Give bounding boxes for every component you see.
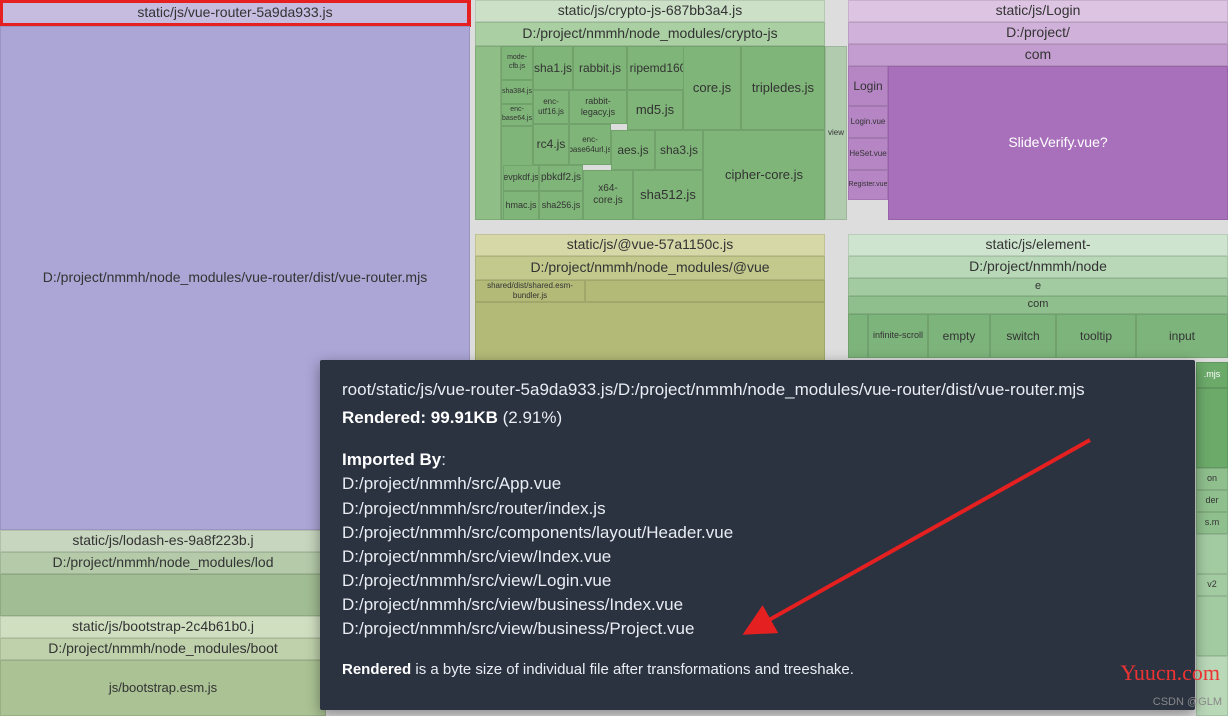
login-login[interactable]: Login	[848, 66, 888, 106]
crypto-sha3[interactable]: sha3.js	[655, 130, 703, 170]
crypto-x64[interactable]: x64-core.js	[583, 170, 633, 220]
element-com[interactable]: com	[848, 296, 1228, 314]
crypto-enc-b64[interactable]: enc-base64.js	[501, 104, 533, 126]
tooltip-imported-by: Imported By: D:/project/nmmh/src/App.vue…	[342, 448, 1173, 641]
vue-shared[interactable]: shared/dist/shared.esm-bundler.js	[475, 280, 585, 302]
frag-on[interactable]: on	[1196, 468, 1228, 490]
tooltip-import-entry: D:/project/nmmh/src/view/business/Projec…	[342, 617, 1173, 641]
crypto-mode-cfb[interactable]: mode-cfb.js	[501, 46, 533, 80]
header-label: static/js/vue-router-5a9da933.js	[137, 4, 332, 22]
crypto-misc[interactable]	[475, 46, 501, 220]
crypto-rc4[interactable]: rc4.js	[533, 124, 569, 165]
node-label: D:/project/nmmh/node_modules/vue-router/…	[43, 269, 427, 287]
crypto-encutf[interactable]: enc-utf16.js	[533, 90, 569, 124]
crypto-rabbit-legacy[interactable]: rabbit-legacy.js	[569, 90, 627, 124]
watermark-csdn: CSDN @GLM	[1153, 696, 1222, 708]
frag-der[interactable]: der	[1196, 490, 1228, 512]
treemap-com-login[interactable]: com	[848, 44, 1228, 66]
tooltip-footer: Rendered is a byte size of individual fi…	[342, 659, 1173, 680]
login-register[interactable]: Register.vue	[848, 170, 888, 200]
treemap-header-vue[interactable]: static/js/@vue-57a1150c.js	[475, 234, 825, 256]
tooltip-import-entry: D:/project/nmmh/src/view/Index.vue	[342, 545, 1173, 569]
crypto-aes[interactable]: aes.js	[611, 130, 655, 170]
treemap-sub-crypto[interactable]: D:/project/nmmh/node_modules/crypto-js	[475, 22, 825, 46]
element-switch[interactable]: switch	[990, 314, 1056, 358]
tooltip-import-entry: D:/project/nmmh/src/App.vue	[342, 472, 1173, 496]
frag-mjs[interactable]: .mjs	[1196, 362, 1228, 388]
tooltip-import-entry: D:/project/nmmh/src/view/business/Index.…	[342, 593, 1173, 617]
login-heset[interactable]: HeSet.vue	[848, 138, 888, 170]
tooltip-rendered-line: Rendered: 99.91KB (2.91%)	[342, 406, 1173, 430]
element-empty[interactable]: empty	[928, 314, 990, 358]
login-view-strip[interactable]: view	[825, 46, 847, 220]
treemap-header-element[interactable]: static/js/element-	[848, 234, 1228, 256]
element-tooltip[interactable]: tooltip	[1056, 314, 1136, 358]
login-loginvue[interactable]: Login.vue	[848, 106, 888, 138]
lodash-body[interactable]	[0, 574, 326, 616]
treemap-header-vue-router[interactable]: static/js/vue-router-5a9da933.js	[0, 0, 470, 26]
frag-v2[interactable]: v2	[1196, 574, 1228, 596]
crypto-cipher-core[interactable]: cipher-core.js	[703, 130, 825, 220]
treemap-header-login[interactable]: static/js/Login	[848, 0, 1228, 22]
tooltip-import-entry: D:/project/nmmh/src/components/layout/He…	[342, 521, 1173, 545]
header-label: static/js/crypto-js-687bb3a4.js	[558, 2, 742, 20]
login-slideverify[interactable]: SlideVerify.vue?	[888, 66, 1228, 220]
treemap-header-bootstrap[interactable]: static/js/bootstrap-2c4b61b0.j	[0, 616, 326, 638]
treemap-header-crypto[interactable]: static/js/crypto-js-687bb3a4.js	[475, 0, 825, 22]
sub-label: D:/project/nmmh/node_modules/crypto-js	[522, 25, 777, 43]
crypto-encb64u[interactable]: enc-base64url.js	[569, 124, 611, 165]
element-input[interactable]: input	[1136, 314, 1228, 358]
crypto-sha512[interactable]: sha512.js	[633, 170, 703, 220]
element-infinite[interactable]: infinite-scroll	[868, 314, 928, 358]
crypto-evp[interactable]: evpkdf.js	[503, 165, 539, 191]
frag2[interactable]	[1196, 534, 1228, 574]
crypto-triple[interactable]: tripledes.js	[741, 46, 825, 130]
crypto-sha1[interactable]: sha1.js	[533, 46, 573, 90]
tooltip-import-entry: D:/project/nmmh/src/router/index.js	[342, 497, 1173, 521]
tooltip-import-entry: D:/project/nmmh/src/view/Login.vue	[342, 569, 1173, 593]
module-tooltip: root/static/js/vue-router-5a9da933.js/D:…	[320, 360, 1195, 710]
crypto-core[interactable]: core.js	[683, 46, 741, 130]
treemap-sub-vue[interactable]: D:/project/nmmh/node_modules/@vue	[475, 256, 825, 280]
tooltip-path: root/static/js/vue-router-5a9da933.js/D:…	[342, 378, 1173, 402]
treemap-sub-element[interactable]: D:/project/nmmh/node	[848, 256, 1228, 278]
bootstrap-esm[interactable]: js/bootstrap.esm.js	[0, 660, 326, 716]
vue-body2[interactable]	[585, 280, 825, 302]
crypto-sha256[interactable]: sha256.js	[539, 191, 583, 220]
watermark-yuucn: Yuucn.com	[1120, 660, 1220, 686]
treemap-header-lodash[interactable]: static/js/lodash-es-9a8f223b.j	[0, 530, 326, 552]
frag-sm[interactable]: s.m	[1196, 512, 1228, 534]
frag1[interactable]	[1196, 388, 1228, 468]
element-strip[interactable]	[848, 314, 868, 358]
treemap-sub-bootstrap[interactable]: D:/project/nmmh/node_modules/boot	[0, 638, 326, 660]
frag3[interactable]	[1196, 596, 1228, 656]
crypto-rabbit[interactable]: rabbit.js	[573, 46, 627, 90]
element-e[interactable]: e	[848, 278, 1228, 296]
crypto-pbkdf2[interactable]: pbkdf2.js	[539, 165, 583, 191]
crypto-sha384[interactable]: sha384.js	[501, 80, 533, 104]
crypto-hmac[interactable]: hmac.js	[503, 191, 539, 220]
treemap-sub-login[interactable]: D:/project/	[848, 22, 1228, 44]
treemap-sub-lodash[interactable]: D:/project/nmmh/node_modules/lod	[0, 552, 326, 574]
crypto-md5[interactable]: md5.js	[627, 90, 683, 130]
